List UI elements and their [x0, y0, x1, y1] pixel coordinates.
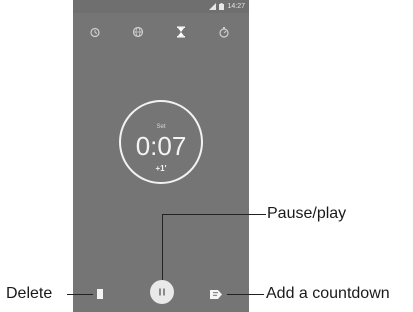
clock-tab-bar: [73, 20, 249, 44]
alarm-tab[interactable]: [87, 24, 103, 40]
pause-play-callout-line: [162, 214, 163, 280]
delete-callout-line: [67, 294, 93, 295]
alarm-icon: [90, 27, 100, 38]
add-countdown-button[interactable]: [209, 287, 225, 301]
pause-play-callout-leader: [162, 214, 266, 215]
pause-play-button[interactable]: [150, 280, 174, 304]
timer-dial: Set 0:07 +1': [119, 100, 203, 184]
phone-screen: 14:27 Set 0:07 +1': [73, 0, 249, 312]
stopwatch-tab[interactable]: [216, 24, 232, 40]
pause-icon: [159, 288, 165, 296]
annotated-screenshot: 14:27 Set 0:07 +1' Pause/play Delete Add…: [0, 0, 413, 312]
world-clock-tab[interactable]: [130, 24, 146, 40]
delete-callout: Delete: [6, 285, 53, 302]
timer-tab[interactable]: [173, 24, 189, 40]
stopwatch-icon: [219, 27, 229, 38]
timer-countdown: 0:07: [135, 131, 187, 161]
add-countdown-callout: Add a countdown: [266, 285, 390, 302]
delete-button[interactable]: [93, 287, 107, 301]
add-countdown-callout-line: [227, 294, 264, 295]
signal-icon: [209, 3, 217, 10]
status-icons: 14:27: [209, 2, 245, 11]
status-time: 14:27: [227, 3, 245, 10]
battery-icon: [219, 3, 225, 10]
status-bar: 14:27: [73, 0, 249, 13]
add-minute-button[interactable]: +1': [121, 164, 201, 173]
world-clock-icon: [132, 26, 144, 38]
delete-icon: [97, 289, 103, 299]
timer-label: Set: [156, 124, 166, 130]
hourglass-icon: [177, 26, 185, 38]
add-countdown-icon: [210, 289, 222, 299]
pause-play-callout: Pause/play: [267, 205, 347, 222]
